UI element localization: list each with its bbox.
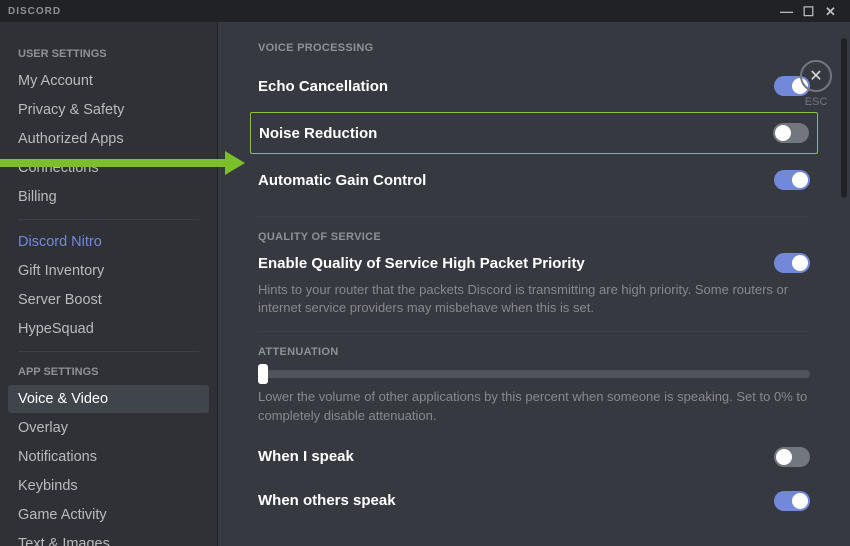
sidebar-item-overlay[interactable]: Overlay — [8, 414, 209, 442]
row-echo-cancellation: Echo Cancellation — [258, 64, 810, 108]
label-qos: Enable Quality of Service High Packet Pr… — [258, 255, 774, 272]
label-echo-cancellation: Echo Cancellation — [258, 78, 774, 95]
sidebar-item-my-account[interactable]: My Account — [8, 67, 209, 95]
sidebar-heading-user: USER SETTINGS — [8, 42, 209, 66]
sidebar-item-nitro[interactable]: Discord Nitro — [8, 228, 209, 256]
row-when-others-speak: When others speak — [258, 479, 810, 511]
close-settings-button[interactable]: ✕ — [800, 60, 832, 92]
section-divider — [258, 216, 810, 217]
section-divider — [258, 331, 810, 332]
sidebar-item-voice[interactable]: Voice & Video — [8, 385, 209, 413]
row-when-i-speak: When I speak — [258, 435, 810, 479]
scrollbar[interactable] — [841, 38, 847, 198]
sidebar-item-boost[interactable]: Server Boost — [8, 286, 209, 314]
toggle-when-i-speak[interactable] — [774, 447, 810, 467]
minimize-icon[interactable]: — — [776, 5, 798, 18]
sidebar-item-game-activity[interactable]: Game Activity — [8, 501, 209, 529]
close-settings-area: ✕ ESC — [800, 60, 832, 108]
slider-thumb[interactable] — [258, 364, 268, 384]
toggle-agc[interactable] — [774, 170, 810, 190]
label-when-others-speak: When others speak — [258, 492, 774, 509]
label-when-i-speak: When I speak — [258, 448, 774, 465]
toggle-when-others-speak[interactable] — [774, 491, 810, 511]
titlebar: DISCORD — ☐ ✕ — [0, 0, 850, 22]
desc-qos: Hints to your router that the packets Di… — [258, 281, 810, 317]
section-heading-voice-processing: VOICE PROCESSING — [258, 42, 810, 54]
toggle-qos[interactable] — [774, 253, 810, 273]
slider-attenuation[interactable] — [258, 370, 810, 378]
sidebar-item-text-images[interactable]: Text & Images — [8, 530, 209, 546]
sidebar-item-keybinds[interactable]: Keybinds — [8, 472, 209, 500]
sidebar-item-connections[interactable]: Connections — [8, 154, 209, 182]
section-heading-qos: QUALITY OF SERVICE — [258, 231, 810, 243]
settings-content: VOICE PROCESSING Echo Cancellation Noise… — [218, 22, 850, 546]
sidebar-item-billing[interactable]: Billing — [8, 183, 209, 211]
sidebar-item-privacy[interactable]: Privacy & Safety — [8, 96, 209, 124]
close-window-icon[interactable]: ✕ — [820, 5, 842, 18]
sidebar-item-hype[interactable]: HypeSquad — [8, 315, 209, 343]
sidebar-item-authorized-apps[interactable]: Authorized Apps — [8, 125, 209, 153]
sidebar-separator — [18, 351, 199, 352]
sidebar-separator — [18, 219, 199, 220]
maximize-icon[interactable]: ☐ — [798, 5, 820, 18]
close-icon: ✕ — [809, 66, 822, 86]
row-agc: Automatic Gain Control — [258, 158, 810, 202]
toggle-noise-reduction[interactable] — [773, 123, 809, 143]
app-wordmark: DISCORD — [8, 6, 776, 17]
sidebar-heading-app: APP SETTINGS — [8, 360, 209, 384]
section-heading-attenuation: ATTENUATION — [258, 346, 810, 358]
label-agc: Automatic Gain Control — [258, 172, 774, 189]
settings-sidebar: USER SETTINGS My Account Privacy & Safet… — [0, 22, 218, 546]
label-noise-reduction: Noise Reduction — [259, 125, 773, 142]
close-settings-label: ESC — [800, 96, 832, 108]
desc-attenuation: Lower the volume of other applications b… — [258, 388, 810, 424]
sidebar-item-gift[interactable]: Gift Inventory — [8, 257, 209, 285]
sidebar-item-notifications[interactable]: Notifications — [8, 443, 209, 471]
row-noise-reduction: Noise Reduction — [250, 112, 818, 154]
